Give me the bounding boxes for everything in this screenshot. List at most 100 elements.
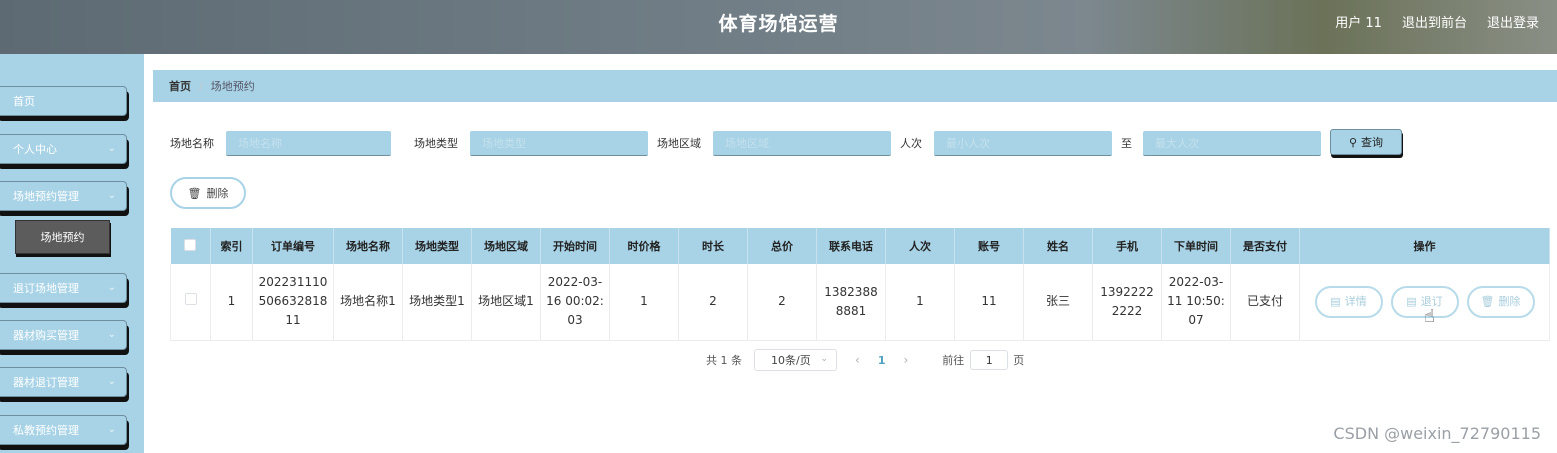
- total-count: 共 1 条: [706, 354, 742, 367]
- sidebar-item-label: 个人中心: [13, 143, 57, 156]
- column-header: 姓名: [1023, 228, 1093, 264]
- booking-table: 索引 订单编号 场地名称 场地类型 场地区域 开始时间 时价格 时长 总价 联系…: [170, 228, 1550, 341]
- sidebar-item-personal-center[interactable]: 个人中心 ⌄: [0, 134, 127, 164]
- sidebar-item-equipment-cancel-mgmt[interactable]: 器材退订管理 ⌄: [0, 367, 127, 397]
- max-people-input[interactable]: 最大人次: [1143, 131, 1321, 156]
- page-suffix-label: 页: [1013, 354, 1025, 367]
- sidebar-item-coach-booking-mgmt[interactable]: 私教预约管理 ⌄: [0, 415, 127, 445]
- venue-area-input[interactable]: 场地区域: [713, 131, 891, 156]
- next-page-icon[interactable]: ›: [903, 353, 908, 367]
- breadcrumb: 首页 / 场地预约: [153, 70, 1557, 102]
- batch-delete-button[interactable]: 🗑 删除: [170, 177, 246, 209]
- sidebar-item-label: 器材购买管理: [13, 329, 79, 342]
- page-size-select[interactable]: 10条/页 ⌄: [754, 349, 837, 371]
- batch-delete-label: 删除: [206, 187, 229, 200]
- column-header: 操作: [1299, 228, 1550, 264]
- sidebar-item-label: 器材退订管理: [13, 376, 79, 389]
- sidebar-item-label: 私教预约管理: [13, 424, 79, 437]
- table-cell: 11: [954, 264, 1024, 341]
- column-header: 开始时间: [540, 228, 610, 264]
- row-delete-button[interactable]: 🗑 删除: [1466, 285, 1535, 318]
- prev-page-icon[interactable]: ‹: [855, 353, 860, 367]
- select-all-cell[interactable]: [170, 228, 211, 264]
- table-cell: 13823888881: [816, 264, 886, 341]
- breadcrumb-separator: /: [199, 79, 203, 93]
- watermark: CSDN @weixin_72790115: [1333, 424, 1541, 443]
- current-user-label: 用户 11: [1335, 16, 1382, 31]
- min-people-input[interactable]: 最小人次: [934, 131, 1112, 156]
- people-count-label: 人次: [900, 137, 922, 150]
- chevron-down-icon: ⌄: [107, 282, 116, 293]
- goto-label: 前往: [942, 354, 965, 367]
- venue-type-label: 场地类型: [414, 137, 458, 150]
- table-header-row: 索引 订单编号 场地名称 场地类型 场地区域 开始时间 时价格 时长 总价 联系…: [170, 228, 1550, 264]
- trash-icon: 🗑: [187, 186, 202, 200]
- sidebar-subitem-venue-booking[interactable]: 场地预约: [15, 220, 110, 254]
- sidebar-item-home[interactable]: 首页: [0, 86, 127, 116]
- venue-name-input[interactable]: 场地名称: [226, 131, 391, 156]
- column-header: 时价格: [609, 228, 679, 264]
- column-header: 时长: [678, 228, 748, 264]
- chevron-down-icon: ⌄: [820, 354, 828, 364]
- table-cell: 场地区域1: [471, 264, 541, 341]
- sidebar-item-venue-booking-mgmt[interactable]: 场地预约管理 ⌄: [0, 181, 127, 211]
- search-button[interactable]: ⚲ 查询: [1330, 129, 1402, 155]
- hand-cursor-icon: ☝: [1424, 306, 1435, 327]
- column-header: 账号: [954, 228, 1024, 264]
- actions-cell: ▤ 详情 ▤ 退订 🗑 删除: [1299, 264, 1550, 341]
- sidebar-item-venue-cancel-mgmt[interactable]: 退订场地管理 ⌄: [0, 273, 127, 303]
- column-header: 联系电话: [816, 228, 886, 264]
- chevron-down-icon: ⌄: [107, 329, 116, 340]
- column-header: 总价: [747, 228, 817, 264]
- detail-button-label: 详情: [1344, 295, 1367, 309]
- column-header: 下单时间: [1161, 228, 1231, 264]
- detail-button[interactable]: ▤ 详情: [1314, 285, 1383, 318]
- table-cell: 2: [678, 264, 748, 341]
- trash-icon: 🗑: [1480, 295, 1495, 309]
- table-cell: 已支付: [1230, 264, 1300, 341]
- row-select-cell[interactable]: [170, 264, 211, 341]
- sidebar-item-equipment-purchase-mgmt[interactable]: 器材购买管理 ⌄: [0, 320, 127, 350]
- back-to-front-link[interactable]: 退出到前台: [1402, 12, 1467, 31]
- table-cell: 场地类型1: [402, 264, 472, 341]
- column-header: 场地区域: [471, 228, 541, 264]
- document-icon: ▤: [1406, 295, 1417, 309]
- top-header: 体育场馆运营 用户 11 退出到前台 退出登录: [0, 0, 1557, 54]
- goto-page-input[interactable]: 1: [970, 350, 1009, 370]
- venue-area-label: 场地区域: [657, 137, 701, 150]
- select-all-checkbox[interactable]: [184, 238, 197, 251]
- sidebar: 首页 个人中心 ⌄ 场地预约管理 ⌄ 场地预约 退订场地管理 ⌄ 器材购买管理 …: [0, 54, 144, 453]
- breadcrumb-current: 场地预约: [210, 80, 255, 93]
- range-to-label: 至: [1121, 137, 1132, 150]
- column-header: 场地类型: [402, 228, 472, 264]
- table-cell: 张三: [1023, 264, 1093, 341]
- column-header: 索引: [210, 228, 253, 264]
- chevron-down-icon: ⌄: [107, 190, 116, 201]
- table-cell: 2022-03-16 00:02:03: [540, 264, 610, 341]
- chevron-down-icon: ⌄: [107, 424, 116, 435]
- table-cell: 2: [747, 264, 817, 341]
- page-number-current[interactable]: 1: [878, 354, 886, 367]
- column-header: 手机: [1092, 228, 1162, 264]
- row-delete-label: 删除: [1498, 295, 1521, 309]
- breadcrumb-home[interactable]: 首页: [169, 78, 191, 94]
- table-cell: 20223111050663281811: [252, 264, 334, 341]
- sidebar-item-label: 退订场地管理: [13, 282, 79, 295]
- column-header: 场地名称: [333, 228, 403, 264]
- venue-type-input[interactable]: 场地类型: [470, 131, 648, 156]
- table-cell: 1: [885, 264, 955, 341]
- row-checkbox[interactable]: [184, 293, 197, 306]
- column-header: 人次: [885, 228, 955, 264]
- app-title: 体育场馆运营: [718, 13, 839, 35]
- logout-link[interactable]: 退出登录: [1487, 12, 1539, 31]
- column-header: 订单编号: [252, 228, 334, 264]
- sidebar-item-label: 场地预约管理: [13, 190, 79, 203]
- venue-name-label: 场地名称: [170, 137, 214, 150]
- table-cell: 场地名称1: [333, 264, 403, 341]
- table-row: 1 20223111050663281811 场地名称1 场地类型1 场地区域1…: [170, 264, 1550, 341]
- table-cell: 1: [609, 264, 679, 341]
- search-button-label: 查询: [1361, 136, 1384, 149]
- chevron-down-icon: ⌄: [107, 143, 116, 154]
- document-icon: ▤: [1330, 295, 1341, 309]
- header-links: 用户 11 退出到前台 退出登录: [1335, 12, 1539, 31]
